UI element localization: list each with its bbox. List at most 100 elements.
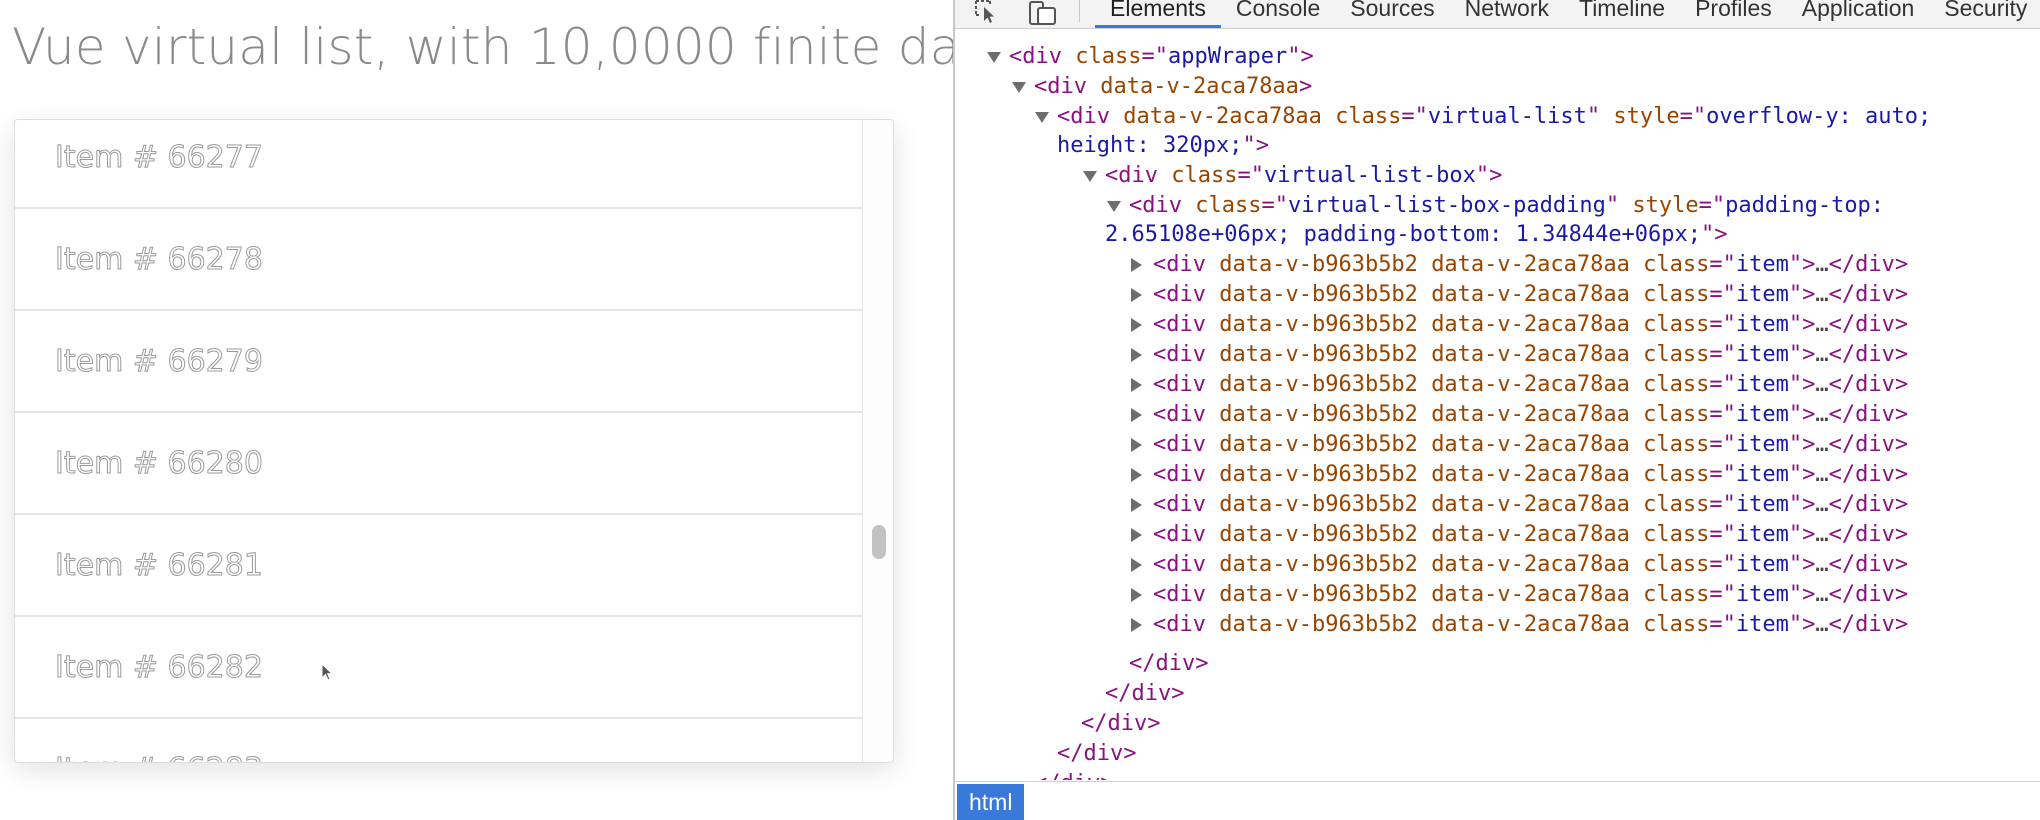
collapsed-ellipsis[interactable]: … (1815, 582, 1828, 607)
attr-name: data-v-b963b5b2 (1219, 612, 1418, 637)
dom-node-item[interactable]: <div data-v-b963b5b2 data-v-2aca78aa cla… (1131, 340, 1908, 370)
expand-arrow-icon[interactable] (987, 52, 1001, 63)
collapsed-ellipsis[interactable]: … (1815, 492, 1828, 517)
dom-node-appwraper[interactable]: <div class="appWraper"> (987, 42, 1314, 72)
tab-timeline[interactable]: Timeline (1564, 0, 1680, 28)
attr-value: item (1735, 342, 1789, 367)
collapsed-ellipsis[interactable]: … (1815, 552, 1828, 577)
tag-close: > (1255, 133, 1269, 158)
attr-name: data-v-b963b5b2 (1219, 522, 1418, 547)
expand-arrow-icon[interactable] (1131, 468, 1142, 482)
collapsed-ellipsis[interactable]: … (1815, 312, 1828, 337)
expand-arrow-icon[interactable] (1035, 112, 1049, 123)
expand-arrow-icon[interactable] (1131, 618, 1142, 632)
attr-name: class (1335, 104, 1402, 129)
list-item[interactable]: Item # 66278 (15, 209, 863, 311)
dom-node-item[interactable]: <div data-v-b963b5b2 data-v-2aca78aa cla… (1131, 610, 1908, 640)
dom-node-item[interactable]: <div data-v-b963b5b2 data-v-2aca78aa cla… (1131, 550, 1908, 580)
list-item[interactable]: Item # 66283 (15, 719, 863, 762)
tab-application[interactable]: Application (1787, 0, 1930, 28)
attr-value: 2.65108e+06px; padding-bottom: 1.34844e+… (1105, 222, 1702, 247)
expand-arrow-icon[interactable] (1131, 348, 1142, 362)
attr-name: style (1613, 104, 1680, 129)
tag-name: div (1166, 282, 1206, 307)
attr-quote: " (1788, 402, 1803, 427)
expand-arrow-icon[interactable] (1131, 498, 1142, 512)
attr-name: data-v-2aca78aa (1431, 612, 1630, 637)
tag-end: </div> (1828, 582, 1909, 607)
expand-arrow-icon[interactable] (1131, 258, 1142, 272)
expand-arrow-icon[interactable] (1012, 82, 1026, 93)
dom-node-component[interactable]: <div data-v-2aca78aa> (1012, 72, 1312, 102)
dom-node-item[interactable]: <div data-v-b963b5b2 data-v-2aca78aa cla… (1131, 580, 1909, 610)
expand-arrow-icon[interactable] (1131, 378, 1142, 392)
attr-eq: =" (1401, 104, 1428, 129)
expand-arrow-icon[interactable] (1131, 588, 1142, 602)
tab-sources[interactable]: Sources (1335, 0, 1449, 28)
tag-close: > (1802, 342, 1816, 367)
collapsed-ellipsis[interactable]: … (1815, 612, 1828, 637)
tab-security[interactable]: Security (1929, 0, 2040, 28)
devtools-toolbar: Elements Console Sources Network Timelin… (955, 0, 2040, 29)
expand-arrow-icon[interactable] (1131, 438, 1142, 452)
collapsed-ellipsis[interactable]: … (1815, 372, 1828, 397)
tab-profiles[interactable]: Profiles (1680, 0, 1787, 28)
dom-node-item[interactable]: <div data-v-b963b5b2 data-v-2aca78aa cla… (1131, 520, 1908, 550)
attr-quote: " (1788, 282, 1803, 307)
collapsed-ellipsis[interactable]: … (1815, 522, 1828, 547)
expand-arrow-icon[interactable] (1131, 288, 1142, 302)
attr-value: item (1735, 552, 1789, 577)
tab-network[interactable]: Network (1450, 0, 1564, 28)
dom-node-item[interactable]: <div data-v-b963b5b2 data-v-2aca78aa cla… (1131, 430, 1908, 460)
list-item[interactable]: Item # 66279 (15, 311, 863, 413)
attr-eq: =" (1237, 163, 1264, 188)
dom-node-item[interactable]: <div data-v-b963b5b2 data-v-2aca78aa cla… (1131, 310, 1908, 340)
tab-console[interactable]: Console (1221, 0, 1335, 28)
expand-arrow-icon[interactable] (1131, 558, 1142, 572)
collapsed-ellipsis[interactable]: … (1815, 462, 1828, 487)
list-scrollbar[interactable] (862, 120, 893, 762)
dom-node-virtual-list-box[interactable]: <div class="virtual-list-box"> (1083, 161, 1502, 191)
dom-node-item[interactable]: <div data-v-b963b5b2 data-v-2aca78aa cla… (1131, 370, 1908, 400)
attr-eq: =" (1709, 252, 1736, 277)
device-mode-icon[interactable] (1028, 0, 1058, 26)
attr-value: item (1735, 612, 1789, 637)
dom-close-tag: </div> (1105, 679, 1184, 709)
virtual-list[interactable]: Item # 66277 Item # 66278 Item # 66279 I… (14, 119, 894, 763)
scrollbar-thumb[interactable] (872, 525, 886, 559)
expand-arrow-icon[interactable] (1083, 171, 1097, 182)
dom-node-item[interactable]: <div data-v-b963b5b2 data-v-2aca78aa cla… (1131, 400, 1908, 430)
collapsed-ellipsis[interactable]: … (1815, 342, 1828, 367)
dom-node-item[interactable]: <div data-v-b963b5b2 data-v-2aca78aa cla… (1131, 280, 1908, 310)
dom-node-item[interactable]: <div data-v-b963b5b2 data-v-2aca78aa cla… (1131, 250, 1908, 280)
dom-node-virtual-list[interactable]: <div data-v-2aca78aa class="virtual-list… (1035, 102, 1931, 132)
attr-name: class (1643, 372, 1710, 397)
collapsed-ellipsis[interactable]: … (1815, 402, 1828, 427)
attr-name: class (1643, 402, 1710, 427)
tab-elements[interactable]: Elements (1095, 0, 1221, 28)
dom-node-item[interactable]: <div data-v-b963b5b2 data-v-2aca78aa cla… (1131, 490, 1908, 520)
dom-node-item[interactable]: <div data-v-b963b5b2 data-v-2aca78aa cla… (1131, 460, 1908, 490)
list-item[interactable]: Item # 66277 (15, 120, 863, 209)
collapsed-ellipsis[interactable]: … (1815, 282, 1828, 307)
breadcrumb-html[interactable]: html (957, 784, 1025, 820)
attr-eq: =" (1709, 612, 1736, 637)
expand-arrow-icon[interactable] (1131, 408, 1142, 422)
inspect-element-icon[interactable] (973, 0, 1001, 24)
expand-arrow-icon[interactable] (1131, 528, 1142, 542)
list-item[interactable]: Item # 66282 (15, 617, 863, 719)
tag-open: < (1153, 252, 1167, 277)
list-item[interactable]: Item # 66281 (15, 515, 863, 617)
dom-node-box-padding-cont: 2.65108e+06px; padding-bottom: 1.34844e+… (1105, 220, 1728, 250)
expand-arrow-icon[interactable] (1131, 318, 1142, 332)
list-item[interactable]: Item # 66280 (15, 413, 863, 515)
collapsed-ellipsis[interactable]: … (1815, 432, 1828, 457)
attr-eq: =" (1709, 372, 1736, 397)
attr-name: data-v-b963b5b2 (1219, 282, 1418, 307)
tag-close: > (1802, 402, 1816, 427)
attr-name: class (1075, 44, 1142, 69)
dom-node-box-padding[interactable]: <div class="virtual-list-box-padding" st… (1107, 191, 1884, 221)
devtools-panel: Elements Console Sources Network Timelin… (953, 0, 2040, 820)
expand-arrow-icon[interactable] (1107, 201, 1121, 212)
collapsed-ellipsis[interactable]: … (1815, 252, 1828, 277)
